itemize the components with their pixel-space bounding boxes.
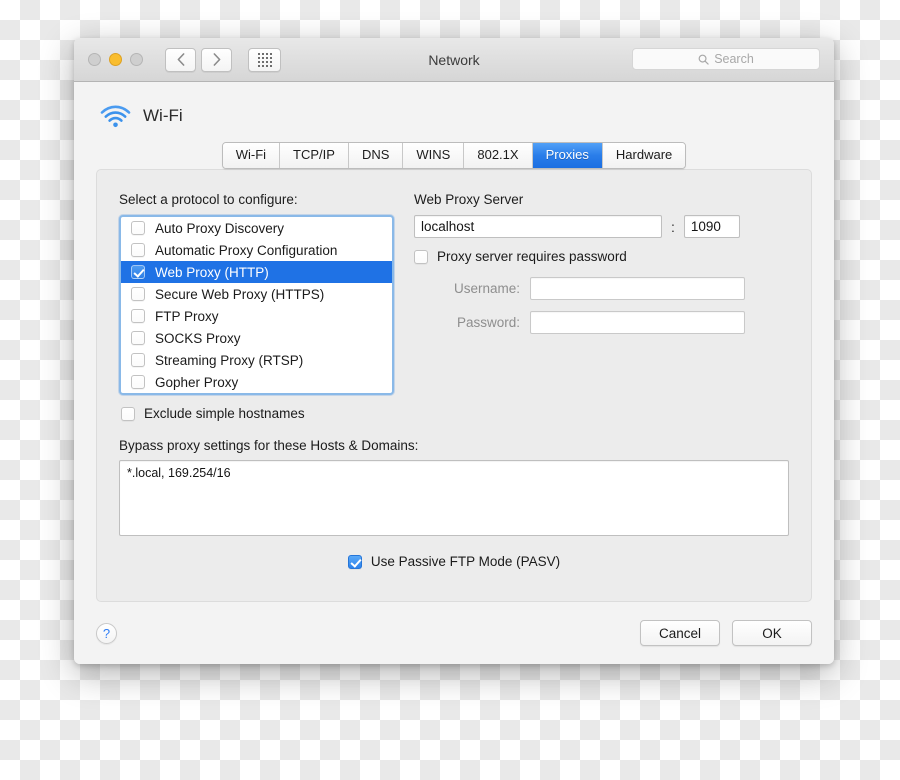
interface-name: Wi-Fi [143,106,183,125]
protocol-checkbox[interactable] [131,221,145,235]
proxy-requires-password-checkbox[interactable] [414,249,428,264]
ok-button[interactable]: OK [732,620,812,646]
traffic-light-buttons [88,53,143,66]
navigation-buttons [165,47,232,72]
tab-dns[interactable]: DNS [348,143,404,168]
interface-header: Wi-Fi [96,96,812,136]
username-label: Username: [453,281,520,296]
protocol-label: Secure Web Proxy (HTTPS) [155,286,325,302]
passive-ftp-row: Use Passive FTP Mode (PASV) [119,554,789,569]
exclude-simple-hostnames-checkbox-row[interactable]: Exclude simple hostnames [119,406,394,421]
username-row: Username: [414,277,789,300]
protocol-column: Select a protocol to configure: Auto Pro… [119,192,394,421]
proxy-server-address-row: localhost : 1090 [414,215,789,238]
search-icon [698,54,709,65]
protocol-checkbox[interactable] [131,287,145,301]
protocol-checkbox[interactable] [131,353,145,367]
search-input[interactable]: Search [632,48,820,70]
password-input[interactable] [530,311,745,334]
tab-proxies[interactable]: Proxies [532,143,603,168]
protocol-row-web-proxy-http[interactable]: Web Proxy (HTTP) [121,261,392,283]
proxy-requires-password-label: Proxy server requires password [437,249,627,264]
search-placeholder: Search [714,52,754,66]
tab-group: Wi-Fi TCP/IP DNS WINS 802.1X Proxies Har… [221,142,687,169]
protocol-row-ftp-proxy[interactable]: FTP Proxy [121,305,392,327]
chevron-left-icon [177,53,184,66]
chevron-right-icon [213,53,220,66]
protocol-row-streaming-proxy-rtsp[interactable]: Streaming Proxy (RTSP) [121,349,392,371]
proxies-panel: Select a protocol to configure: Auto Pro… [96,169,812,602]
passive-ftp-checkbox[interactable] [347,554,362,569]
back-button[interactable] [165,47,196,72]
close-button[interactable] [88,53,101,66]
proxy-port-input[interactable]: 1090 [683,215,740,238]
help-button[interactable]: ? [96,622,117,644]
protocol-label: SOCKS Proxy [155,330,241,346]
protocol-label: Streaming Proxy (RTSP) [155,352,304,368]
protocol-row-auto-proxy-discovery[interactable]: Auto Proxy Discovery [121,217,392,239]
tab-bar: Wi-Fi TCP/IP DNS WINS 802.1X Proxies Har… [96,142,812,169]
username-input[interactable] [530,277,745,300]
tab-wins[interactable]: WINS [403,143,465,168]
exclude-simple-hostnames-label: Exclude simple hostnames [144,406,305,421]
protocol-row-secure-web-proxy-https[interactable]: Secure Web Proxy (HTTPS) [121,283,392,305]
protocol-checkbox[interactable] [131,331,145,345]
protocol-list[interactable]: Auto Proxy Discovery Automatic Proxy Con… [119,215,394,395]
show-all-button[interactable] [248,47,281,72]
proxy-server-title: Web Proxy Server [414,192,524,207]
protocol-row-socks-proxy[interactable]: SOCKS Proxy [121,327,392,349]
window-titlebar: Network Search [74,38,834,82]
protocol-label: Web Proxy (HTTP) [155,264,269,280]
tab-wifi[interactable]: Wi-Fi [222,143,281,168]
proxy-server-column: Web Proxy Server localhost : 1090 Proxy … [414,192,789,421]
grid-icon [257,52,272,67]
tab-hardware[interactable]: Hardware [602,143,686,168]
minimize-button[interactable] [109,53,122,66]
tab-8021x[interactable]: 802.1X [464,143,533,168]
proxy-host-input[interactable]: localhost [414,215,662,238]
bypass-textarea[interactable]: *.local, 169.254/16 [119,460,789,536]
window-body: Wi-Fi Wi-Fi TCP/IP DNS WINS 802.1X Proxi… [74,82,834,602]
dialog-footer: ? Cancel OK [74,602,834,664]
proxy-requires-password-checkbox-row[interactable]: Proxy server requires password [414,249,789,264]
password-label: Password: [456,315,520,330]
forward-button[interactable] [201,47,232,72]
protocol-row-automatic-proxy-configuration[interactable]: Automatic Proxy Configuration [121,239,392,261]
protocol-row-gopher-proxy[interactable]: Gopher Proxy [121,371,392,393]
exclude-simple-hostnames-checkbox[interactable] [121,406,135,421]
network-preferences-window: Network Search Wi-Fi Wi-Fi TCP/IP DNS WI… [74,38,834,664]
protocol-checkbox[interactable] [131,309,145,323]
passive-ftp-label: Use Passive FTP Mode (PASV) [370,554,561,569]
tab-tcpip[interactable]: TCP/IP [280,143,349,168]
host-port-separator: : [671,218,675,235]
protocol-label: Automatic Proxy Configuration [155,242,338,258]
protocol-list-label: Select a protocol to configure: [119,192,298,207]
protocol-checkbox[interactable] [131,265,145,279]
password-row: Password: [414,311,789,334]
cancel-button[interactable]: Cancel [640,620,720,646]
protocol-label: Auto Proxy Discovery [155,220,285,236]
protocol-label: FTP Proxy [155,308,219,324]
zoom-button[interactable] [130,53,143,66]
wifi-icon [100,104,131,127]
bypass-label: Bypass proxy settings for these Hosts & … [119,438,419,453]
protocol-checkbox[interactable] [131,375,145,389]
passive-ftp-checkbox-row[interactable]: Use Passive FTP Mode (PASV) [347,554,561,569]
protocol-label: Gopher Proxy [155,374,239,390]
protocol-checkbox[interactable] [131,243,145,257]
footer-actions: Cancel OK [640,620,812,646]
